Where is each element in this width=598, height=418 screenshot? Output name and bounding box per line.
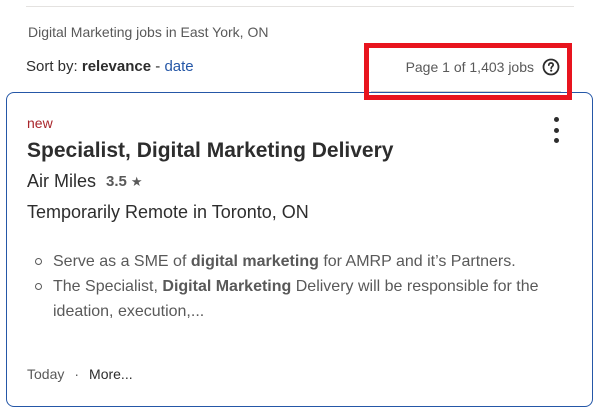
- sort-label: Sort by:: [26, 58, 78, 75]
- sort-option-date[interactable]: date: [164, 58, 193, 75]
- sort-controls: Sort by: relevance - date: [26, 58, 194, 75]
- new-badge: new: [27, 115, 53, 131]
- company-rating[interactable]: 3.5 ★: [106, 173, 143, 190]
- footer-separator: ·: [74, 366, 80, 382]
- job-location: Temporarily Remote in Toronto, ON: [27, 202, 309, 222]
- bullet-icon: [35, 283, 42, 290]
- highlight-box: [364, 43, 572, 100]
- search-summary: Digital Marketing jobs in East York, ON: [28, 24, 269, 40]
- more-link[interactable]: More...: [89, 366, 133, 382]
- snippet-item: The Specialist, Digital Marketing Delive…: [33, 274, 553, 324]
- bullet-icon: [35, 258, 42, 265]
- sort-separator: -: [155, 58, 161, 75]
- snippet-item: Serve as a SME of digital marketing for …: [33, 249, 553, 274]
- rating-value: 3.5: [106, 173, 127, 190]
- company-row: Air Miles 3.5 ★: [27, 171, 143, 192]
- more-options-icon[interactable]: [546, 117, 566, 143]
- sort-option-relevance: relevance: [81, 58, 152, 75]
- job-title[interactable]: Specialist, Digital Marketing Delivery: [27, 139, 393, 163]
- company-name[interactable]: Air Miles: [27, 171, 96, 192]
- posted-date: Today: [27, 366, 65, 382]
- job-snippet: Serve as a SME of digital marketing for …: [33, 249, 553, 324]
- job-card[interactable]: new Specialist, Digital Marketing Delive…: [6, 92, 593, 407]
- star-icon: ★: [130, 173, 143, 189]
- top-divider: [26, 6, 574, 7]
- job-footer: Today · More...: [27, 366, 133, 382]
